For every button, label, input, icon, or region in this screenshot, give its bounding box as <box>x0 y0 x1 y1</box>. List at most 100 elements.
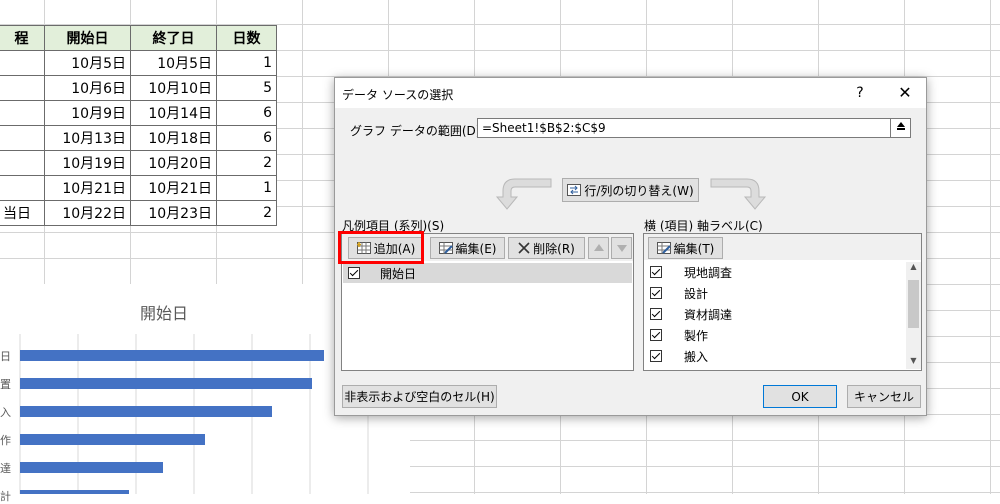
chart-bar[interactable] <box>20 490 129 494</box>
axis-list-item[interactable]: 製作 <box>645 325 905 345</box>
axis-item-checkbox[interactable] <box>650 329 662 341</box>
axis-item-label: 資材調達 <box>684 307 733 322</box>
table-header-row: 程 開始日 終了日 日数 <box>0 25 277 51</box>
axis-item-label: 設計 <box>684 286 709 301</box>
switch-row-column-icon <box>567 184 582 196</box>
axis-list-scrollbar[interactable]: ▲ ▼ <box>906 262 921 369</box>
cell-days[interactable]: 6 <box>216 100 277 126</box>
axis-list-item[interactable]: 設計 <box>645 283 905 303</box>
cell-start[interactable]: 10月6日 <box>44 75 131 101</box>
cell-end[interactable]: 10月14日 <box>130 100 217 126</box>
cell-days[interactable]: 2 <box>216 150 277 176</box>
table-row: 10月6日 10月10日 5 <box>0 75 277 101</box>
chart-category-label: 達 <box>0 462 11 475</box>
add-button-highlight <box>338 231 424 264</box>
edit-table-icon <box>656 242 671 254</box>
chart-category-label: 日 <box>0 350 11 363</box>
table-row: 10月5日 10月5日 1 <box>0 50 277 76</box>
cell-start[interactable]: 10月19日 <box>44 150 131 176</box>
move-down-button[interactable] <box>611 237 632 259</box>
axis-item-checkbox[interactable] <box>650 350 662 362</box>
delete-series-button[interactable]: 削除(R) <box>508 237 585 259</box>
chart-bar[interactable] <box>20 406 272 417</box>
cell-start[interactable]: 10月22日 <box>44 200 131 226</box>
cell-days[interactable]: 6 <box>216 125 277 151</box>
cell-days[interactable]: 5 <box>216 75 277 101</box>
table-row: 10月19日 10月20日 2 <box>0 150 277 176</box>
cell-name[interactable]: 当日 <box>0 200 45 226</box>
chart-bar[interactable] <box>20 434 205 445</box>
cell-start[interactable]: 10月5日 <box>44 50 131 76</box>
dialog-titlebar[interactable]: データ ソースの選択 ? ✕ <box>335 78 926 108</box>
chart-category-label: 置 <box>0 378 11 391</box>
cell-name[interactable] <box>0 150 45 176</box>
axis-list-item[interactable]: 現地調査 <box>645 262 905 282</box>
ok-button[interactable]: OK <box>763 385 837 408</box>
table-row: 10月13日 10月18日 6 <box>0 125 277 151</box>
axis-item-checkbox[interactable] <box>650 308 662 320</box>
header-cell-end[interactable]: 終了日 <box>130 25 217 51</box>
axis-labels-label: 横 (項目) 軸ラベル(C) <box>644 219 763 233</box>
cell-name[interactable] <box>0 125 45 151</box>
axis-item-checkbox[interactable] <box>650 266 662 278</box>
cell-days[interactable]: 1 <box>216 175 277 201</box>
axis-item-label: 搬入 <box>684 349 709 364</box>
axis-item-checkbox[interactable] <box>650 287 662 299</box>
scroll-thumb[interactable] <box>908 280 919 328</box>
cell-start[interactable]: 10月13日 <box>44 125 131 151</box>
chart-category-label: 入 <box>0 406 11 419</box>
scroll-up-icon[interactable]: ▲ <box>908 262 919 271</box>
header-cell-name[interactable]: 程 <box>0 25 45 51</box>
chart-bar[interactable] <box>20 350 324 361</box>
axis-item-label: 現地調査 <box>684 265 733 280</box>
edit-axis-labels-label: 編集(T) <box>673 241 715 256</box>
collapse-dialog-button[interactable] <box>890 118 911 138</box>
cell-end[interactable]: 10月20日 <box>130 150 217 176</box>
cell-end[interactable]: 10月18日 <box>130 125 217 151</box>
cell-name[interactable] <box>0 100 45 126</box>
axis-labels-panel: 編集(T) 現地調査 設計 資材調達 製作 搬入 ▲ ▼ <box>643 233 922 371</box>
cell-end[interactable]: 10月23日 <box>130 200 217 226</box>
chart-bar[interactable] <box>20 378 312 389</box>
chart-category-label: 計 <box>0 490 11 503</box>
axis-list-item[interactable]: 搬入 <box>645 346 905 366</box>
cell-name[interactable] <box>0 175 45 201</box>
chart-bar[interactable] <box>20 462 163 473</box>
help-button[interactable]: ? <box>846 82 874 104</box>
edit-axis-labels-button[interactable]: 編集(T) <box>648 237 723 259</box>
right-curved-arrow-icon <box>710 178 767 210</box>
series-checkbox[interactable] <box>348 267 360 279</box>
cell-end[interactable]: 10月5日 <box>130 50 217 76</box>
chart-category-label: 作 <box>0 434 11 447</box>
cancel-button[interactable]: キャンセル <box>847 385 921 408</box>
cell-end[interactable]: 10月10日 <box>130 75 217 101</box>
table-row: 当日 10月22日 10月23日 2 <box>0 200 277 226</box>
edit-table-icon <box>438 242 453 254</box>
down-arrow-icon <box>616 245 627 252</box>
edit-series-label: 編集(E) <box>455 241 497 256</box>
switch-row-column-button[interactable]: 行/列の切り替え(W) <box>562 178 699 202</box>
move-up-button[interactable] <box>588 237 609 259</box>
range-label: グラフ データの範囲(D): <box>350 124 485 138</box>
cell-days[interactable]: 1 <box>216 50 277 76</box>
scroll-down-icon[interactable]: ▼ <box>908 356 919 365</box>
header-cell-days[interactable]: 日数 <box>216 25 277 51</box>
cell-start[interactable]: 10月9日 <box>44 100 131 126</box>
hidden-empty-cells-button[interactable]: 非表示および空白のセル(H) <box>342 385 497 408</box>
close-button[interactable]: ✕ <box>891 82 919 104</box>
delete-x-icon <box>518 242 530 254</box>
cell-start[interactable]: 10月21日 <box>44 175 131 201</box>
schedule-table: 程 開始日 終了日 日数 10月5日 10月5日 1 10月6日 10月10日 5 10… <box>0 25 277 226</box>
delete-series-label: 削除(R) <box>533 241 575 256</box>
collapse-arrow-icon <box>896 122 905 130</box>
up-arrow-icon <box>593 244 604 251</box>
edit-series-button[interactable]: 編集(E) <box>430 237 505 259</box>
axis-list-item[interactable]: 資材調達 <box>645 304 905 324</box>
series-list-item[interactable]: 開始日 <box>343 263 632 283</box>
header-cell-start[interactable]: 開始日 <box>44 25 131 51</box>
chart-data-range-input[interactable]: =Sheet1!$B$2:$C$9 <box>477 118 891 138</box>
cell-days[interactable]: 2 <box>216 200 277 226</box>
cell-name[interactable] <box>0 75 45 101</box>
cell-end[interactable]: 10月21日 <box>130 175 217 201</box>
cell-name[interactable] <box>0 50 45 76</box>
